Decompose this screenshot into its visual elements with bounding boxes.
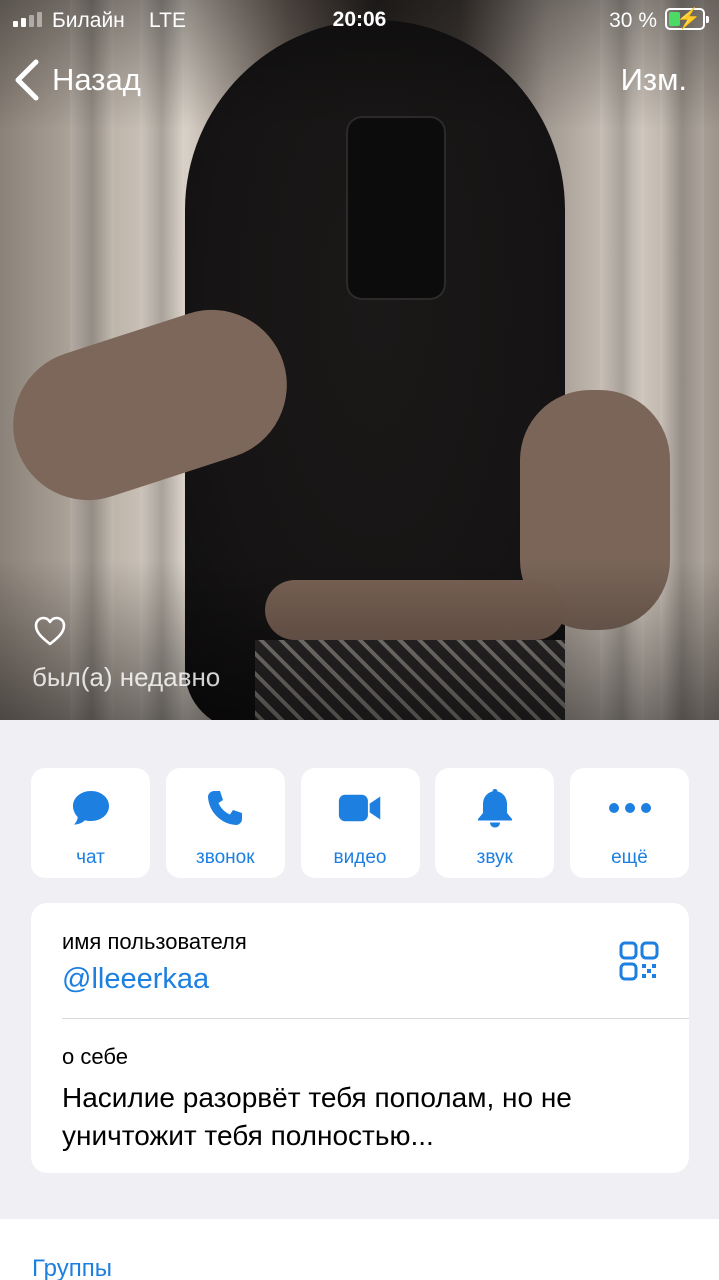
bio-text: Насилие разорвёт тебя пополам, но не уни…: [62, 1082, 572, 1151]
sound-button[interactable]: звук: [435, 768, 555, 878]
charging-bolt-icon: ⚡: [676, 8, 701, 30]
action-buttons-row: чат звонок видео звук ещё: [31, 768, 689, 878]
back-button-label: Назад: [52, 62, 141, 97]
battery-icon: ⚡: [665, 8, 709, 30]
bell-icon: [477, 789, 512, 828]
call-button-label: звонок: [195, 847, 255, 868]
profile-info-card: имя пользователя @lleeerkaa о себе Насил…: [31, 903, 689, 1173]
battery-percent: 30 %: [609, 9, 657, 32]
photo-subject-phone: [348, 118, 444, 298]
photo-bottom-shade: [0, 560, 719, 720]
back-button[interactable]: Назад: [14, 58, 141, 102]
last-seen-status: был(а) недавно: [32, 662, 221, 692]
qr-code-icon[interactable]: [619, 941, 659, 981]
status-bar: Билайн LTE 20:06 30 % ⚡: [0, 0, 719, 40]
edit-button[interactable]: Изм.: [621, 62, 687, 98]
phone-icon: [208, 791, 243, 825]
bio-title: о себе: [62, 1044, 128, 1069]
more-button[interactable]: ещё: [570, 768, 689, 878]
more-button-label: ещё: [611, 847, 648, 868]
sections-bar: Группы: [0, 1219, 719, 1280]
video-button[interactable]: видео: [300, 768, 420, 878]
tab-groups[interactable]: Группы: [32, 1255, 112, 1280]
username-link[interactable]: @lleeerkaa: [62, 963, 209, 996]
chat-button[interactable]: чат: [31, 768, 150, 878]
video-button-label: видео: [333, 847, 387, 868]
username-title: имя пользователя: [62, 929, 247, 954]
profile-photo[interactable]: [0, 0, 719, 720]
more-dots-icon: [608, 803, 651, 813]
chevron-left-icon: [15, 59, 39, 101]
chat-bubble-icon: [72, 791, 109, 825]
info-divider: [62, 1018, 689, 1019]
heart-icon[interactable]: [33, 615, 67, 647]
battery-cap: [706, 16, 709, 23]
chat-button-label: чат: [76, 847, 105, 868]
video-camera-icon: [338, 794, 381, 822]
call-button[interactable]: звонок: [165, 768, 285, 878]
sound-button-label: звук: [476, 847, 513, 868]
